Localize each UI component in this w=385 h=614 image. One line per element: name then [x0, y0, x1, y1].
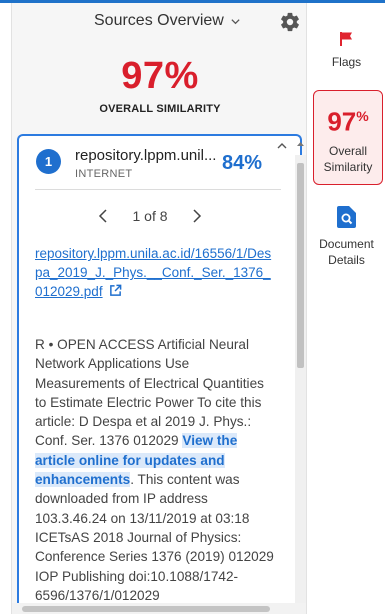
flag-icon	[339, 32, 352, 46]
source-number-badge: 1	[36, 149, 61, 174]
chevron-right-icon	[192, 209, 201, 223]
horizontal-scrollbar[interactable]	[12, 603, 306, 614]
document-details-button[interactable]: Document Details	[308, 206, 385, 268]
source-card[interactable]: 1 repository.lppm.unil... INTERNET 84% 1…	[17, 134, 302, 614]
scroll-up-arrow-icon[interactable]	[295, 138, 306, 150]
rail-similarity-label: Overall Similarity	[323, 143, 373, 174]
match-pager: 1 of 8	[19, 208, 281, 224]
source-name: repository.lppm.unil...	[75, 147, 217, 164]
source-type: INTERNET	[75, 168, 133, 180]
source-match-percent: 84%	[222, 152, 263, 174]
matched-text: R • OPEN ACCESS Artificial Neural Networ…	[35, 335, 275, 605]
flags-label: Flags	[331, 55, 362, 69]
matched-text-after: . This content was downloaded from IP ad…	[35, 472, 274, 603]
vertical-scrollbar-thumb[interactable]	[297, 163, 304, 368]
sources-overview-dropdown[interactable]: Sources Overview	[94, 12, 241, 30]
header-divider	[35, 189, 281, 190]
overall-similarity-label: OVERALL SIMILARITY	[99, 103, 221, 115]
overall-similarity-score: 97%	[121, 55, 199, 97]
external-link-icon[interactable]	[109, 284, 122, 297]
matched-text-before: R • OPEN ACCESS Artificial Neural Networ…	[35, 337, 264, 449]
rail-similarity-value: 97%	[314, 102, 382, 136]
sources-overview-panel: Sources Overview 97% OVERALL SIMILARITY …	[11, 3, 307, 614]
chevron-down-icon	[231, 18, 240, 24]
right-rail: Flags 97% Overall Similarity Document De…	[308, 3, 385, 614]
source-card-header[interactable]: 1 repository.lppm.unil... INTERNET 84%	[19, 136, 300, 190]
next-match-button[interactable]	[192, 209, 202, 223]
panel-header: Sources Overview	[12, 3, 306, 39]
flags-button[interactable]: Flags	[308, 31, 385, 70]
chevron-left-icon	[99, 209, 108, 223]
collapse-caret-icon[interactable]	[276, 140, 288, 152]
match-position: 1 of 8	[132, 208, 168, 224]
source-url-text: repository.lppm.unila.ac.id/16556/1/Desp…	[35, 246, 272, 299]
overall-similarity-button[interactable]: 97% Overall Similarity	[313, 90, 383, 185]
rail-similarity-unit: %	[356, 108, 369, 124]
rail-similarity-number: 97	[327, 106, 357, 137]
gear-icon[interactable]	[279, 11, 301, 33]
previous-match-button[interactable]	[98, 209, 108, 223]
document-details-label: Document Details	[319, 237, 374, 267]
source-url-link[interactable]: repository.lppm.unila.ac.id/16556/1/Desp…	[35, 244, 275, 301]
document-search-icon	[337, 206, 356, 228]
horizontal-scrollbar-thumb[interactable]	[22, 606, 270, 612]
panel-title: Sources Overview	[94, 12, 224, 29]
